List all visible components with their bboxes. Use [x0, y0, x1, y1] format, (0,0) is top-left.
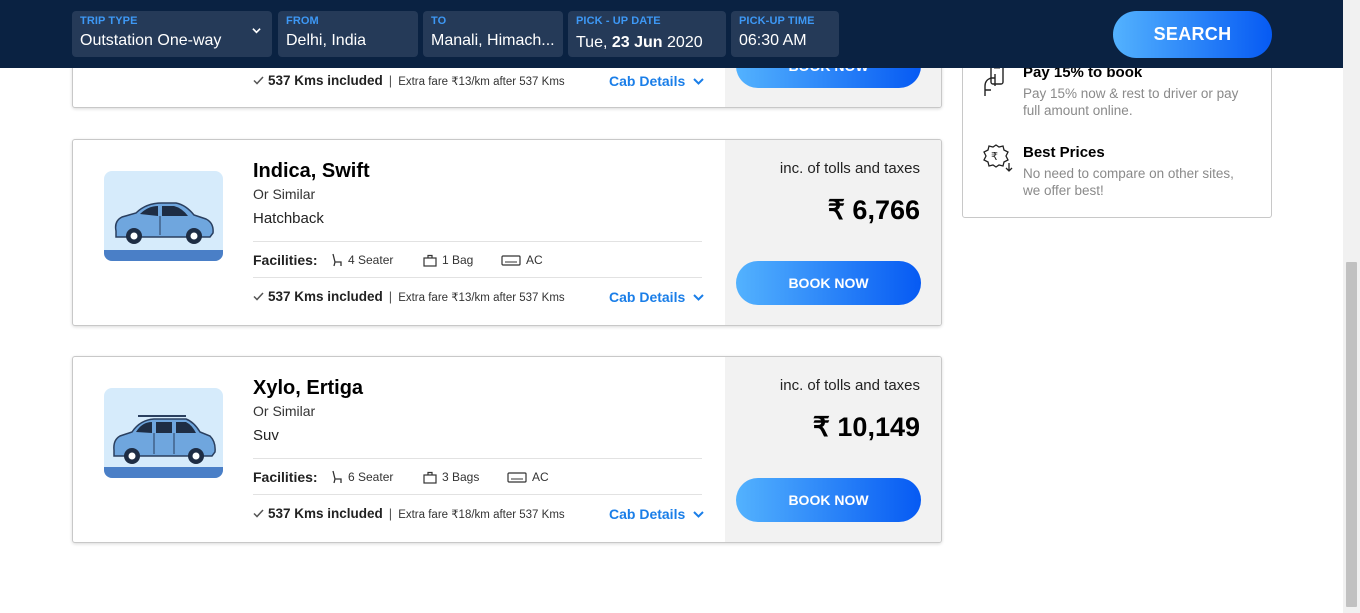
chevron-down-icon [693, 77, 704, 85]
facility-seats: 4 Seater [331, 253, 393, 267]
divider [253, 494, 702, 495]
inc-tolls-taxes: inc. of tolls and taxes [779, 160, 920, 177]
seats-label: 6 Seater [348, 470, 394, 484]
extra-fare: Extra fare ₹18/km after 537 Kms [398, 508, 565, 521]
ac-label: AC [526, 253, 543, 267]
car-image [104, 171, 223, 261]
cab-details-label: Cab Details [609, 73, 686, 89]
cab-card-2: Indica, Swift Or Similar Hatchback Facil… [72, 139, 942, 326]
car-image [104, 388, 223, 478]
kms-included: 537 Kms included [268, 73, 383, 88]
hatchback-car-icon [114, 202, 214, 244]
car-name: Xylo, Ertiga [253, 377, 364, 399]
benefit-description: No need to compare on other sites, we of… [1023, 166, 1234, 198]
ac-icon [507, 471, 527, 483]
car-type: Suv [253, 427, 279, 444]
cab-card-3: Xylo, Ertiga Or Similar Suv Facilities: … [72, 356, 942, 543]
check-icon [253, 509, 264, 518]
kms-row: 537 Kms included | Extra fare ₹13/km aft… [253, 73, 565, 88]
cab-details-link[interactable]: Cab Details [609, 289, 704, 305]
or-similar: Or Similar [253, 186, 316, 202]
facility-bags: 1 Bag [423, 253, 473, 267]
search-header: TRIP TYPE Outstation One-way FROM Delhi,… [0, 0, 1343, 68]
vertical-scrollbar[interactable] [1343, 0, 1360, 613]
facility-ac: AC [507, 470, 549, 484]
extra-fare: Extra fare ₹13/km after 537 Kms [398, 291, 565, 304]
kms-row: 537 Kms included | Extra fare ₹18/km aft… [253, 506, 565, 521]
separator: | [388, 506, 393, 521]
to-field[interactable]: TO Manali, Himach... [423, 11, 563, 57]
separator: | [388, 73, 393, 88]
ac-icon [501, 254, 521, 266]
page: 537 Kms included | Extra fare ₹13/km aft… [0, 0, 1360, 613]
facilities-label: Facilities: [253, 252, 318, 268]
facility-seats: 6 Seater [331, 470, 393, 484]
seats-label: 4 Seater [348, 253, 394, 267]
trip-type-value: Outstation One-way [80, 32, 222, 49]
date-weekday: Tue, [576, 34, 608, 51]
facilities-label: Facilities: [253, 469, 318, 485]
kms-included: 537 Kms included [268, 289, 383, 304]
divider [253, 277, 702, 278]
cab-details-label: Cab Details [609, 289, 686, 305]
chevron-down-icon [252, 28, 261, 34]
seat-icon [332, 253, 342, 267]
book-now-button[interactable]: BOOK NOW [736, 261, 921, 305]
suv-car-icon [113, 415, 216, 464]
pickup-date-field[interactable]: PICK - UP DATE Tue, 23 Jun 2020 [568, 11, 726, 57]
inc-tolls-taxes: inc. of tolls and taxes [779, 377, 920, 394]
bags-label: 3 Bags [442, 470, 480, 484]
separator: | [388, 289, 393, 304]
car-type: Hatchback [253, 210, 324, 227]
price: ₹ 10,149 [812, 412, 920, 442]
chevron-down-icon [693, 510, 704, 518]
divider [253, 458, 702, 459]
scrollbar-thumb[interactable] [1346, 262, 1357, 607]
date-year: 2020 [667, 34, 703, 51]
car-name: Indica, Swift [253, 160, 370, 182]
trip-type-dropdown[interactable]: TRIP TYPE Outstation One-way [72, 11, 272, 57]
cab-details-label: Cab Details [609, 506, 686, 522]
check-icon [253, 292, 264, 301]
facility-bags: 3 Bags [423, 470, 479, 484]
date-day-month: 23 Jun [611, 34, 663, 51]
benefit-title: Best Prices [1023, 144, 1105, 161]
trip-type-label: TRIP TYPE [80, 15, 138, 27]
pickup-date-label: PICK - UP DATE [576, 15, 661, 27]
from-value: Delhi, India [286, 32, 367, 49]
seat-icon [332, 470, 342, 484]
extra-fare: Extra fare ₹13/km after 537 Kms [398, 75, 565, 88]
book-now-button[interactable]: BOOK NOW [736, 478, 921, 522]
search-button[interactable]: SEARCH [1113, 11, 1272, 58]
pickup-time-label: PICK-UP TIME [739, 15, 815, 27]
price: ₹ 6,766 [827, 195, 920, 225]
to-label: TO [431, 15, 447, 27]
kms-row: 537 Kms included | Extra fare ₹13/km aft… [253, 289, 565, 304]
pickup-date-value: Tue, 23 Jun 2020 [576, 34, 718, 52]
svg-text:₹: ₹ [991, 150, 998, 163]
from-label: FROM [286, 15, 319, 27]
bag-icon [423, 254, 437, 267]
kms-included: 537 Kms included [268, 506, 383, 521]
cab-details-link[interactable]: Cab Details [609, 73, 704, 89]
cab-details-link[interactable]: Cab Details [609, 506, 704, 522]
bags-label: 1 Bag [442, 253, 474, 267]
best-price-icon: ₹ [983, 144, 1013, 172]
pickup-time-value: 06:30 AM [739, 32, 807, 49]
pickup-time-field[interactable]: PICK-UP TIME 06:30 AM [731, 11, 839, 57]
chevron-down-icon [693, 293, 704, 301]
to-value: Manali, Himach... [431, 32, 555, 49]
bag-icon [423, 471, 437, 484]
facility-ac: AC [501, 253, 543, 267]
check-icon [253, 76, 264, 85]
or-similar: Or Similar [253, 403, 316, 419]
ground-strip [104, 467, 223, 478]
benefit-description: Pay 15% now & rest to driver or pay full… [1023, 86, 1239, 118]
from-field[interactable]: FROM Delhi, India [278, 11, 418, 57]
ac-label: AC [532, 470, 549, 484]
ground-strip [104, 250, 223, 261]
divider [253, 241, 702, 242]
